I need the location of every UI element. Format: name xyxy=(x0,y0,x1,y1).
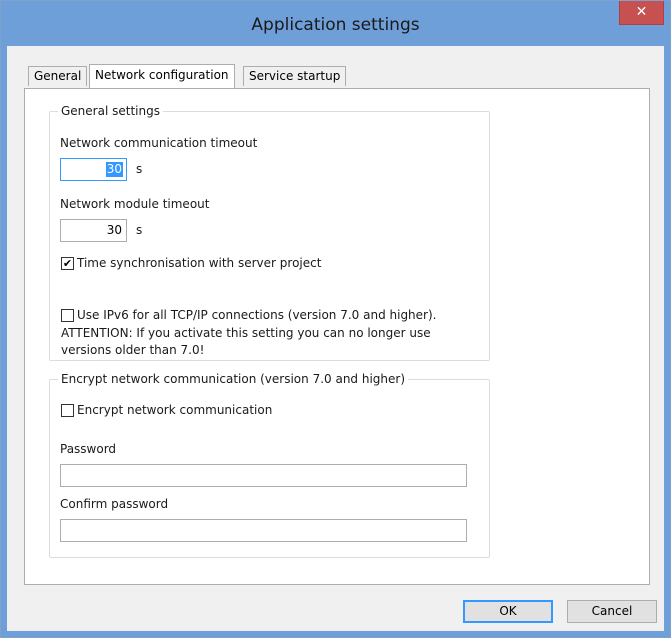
tab-service-startup-label: Service startup xyxy=(249,69,341,83)
window-frame-bottom xyxy=(1,631,670,637)
cancel-button[interactable]: Cancel xyxy=(567,600,657,623)
encryption-group: Encrypt network communication (version 7… xyxy=(49,372,490,558)
tab-network-configuration[interactable]: Network configuration xyxy=(89,64,235,88)
encrypt-label[interactable]: Encrypt network communication xyxy=(77,403,272,417)
tab-service-startup[interactable]: Service startup xyxy=(243,66,347,86)
close-icon: ✕ xyxy=(635,4,648,20)
ok-button-label: OK xyxy=(499,604,517,618)
cancel-button-label: Cancel xyxy=(591,604,633,618)
network-configuration-panel: General settings Network communication t… xyxy=(24,88,650,585)
settings-window: Application settings ✕ General Network c… xyxy=(0,0,671,638)
encryption-group-label: Encrypt network communication (version 7… xyxy=(58,372,409,386)
general-settings-label: General settings xyxy=(58,104,163,118)
password-input[interactable] xyxy=(60,464,467,487)
ipv6-warning-line-1: ATTENTION: If you activate this setting … xyxy=(61,326,431,340)
ipv6-warning-line-2: versions older than 7.0! xyxy=(61,343,205,357)
dialog-client-area: General Network configuration Service st… xyxy=(7,46,664,631)
tab-general[interactable]: General xyxy=(28,66,88,86)
title-bar[interactable]: Application settings ✕ xyxy=(1,1,670,46)
tab-general-label: General xyxy=(34,69,82,83)
ok-button[interactable]: OK xyxy=(463,600,553,623)
confirm-password-label: Confirm password xyxy=(60,497,169,511)
module-timeout-value: 30 xyxy=(106,223,122,237)
tab-network-configuration-label: Network configuration xyxy=(95,68,229,82)
ipv6-label[interactable]: Use IPv6 for all TCP/IP connections (ver… xyxy=(77,308,436,322)
module-timeout-unit: s xyxy=(136,223,143,237)
password-label: Password xyxy=(60,442,117,456)
confirm-password-input[interactable] xyxy=(60,519,467,542)
close-button[interactable]: ✕ xyxy=(619,1,664,25)
module-timeout-input[interactable]: 30 xyxy=(60,219,127,242)
window-title: Application settings xyxy=(251,15,420,35)
comm-timeout-unit: s xyxy=(136,162,143,176)
ipv6-checkbox[interactable] xyxy=(61,309,74,322)
comm-timeout-value: 30 xyxy=(105,162,123,177)
window-frame-right xyxy=(664,46,670,637)
checkmark-icon: ✔ xyxy=(62,257,73,270)
general-settings-group: General settings Network communication t… xyxy=(49,104,490,361)
time-sync-label[interactable]: Time synchronisation with server project xyxy=(77,256,321,270)
comm-timeout-label: Network communication timeout xyxy=(60,136,258,150)
comm-timeout-input[interactable]: 30 xyxy=(60,158,127,181)
module-timeout-label: Network module timeout xyxy=(60,197,210,211)
time-sync-checkbox[interactable]: ✔ xyxy=(61,257,74,270)
encrypt-checkbox[interactable] xyxy=(61,404,74,417)
